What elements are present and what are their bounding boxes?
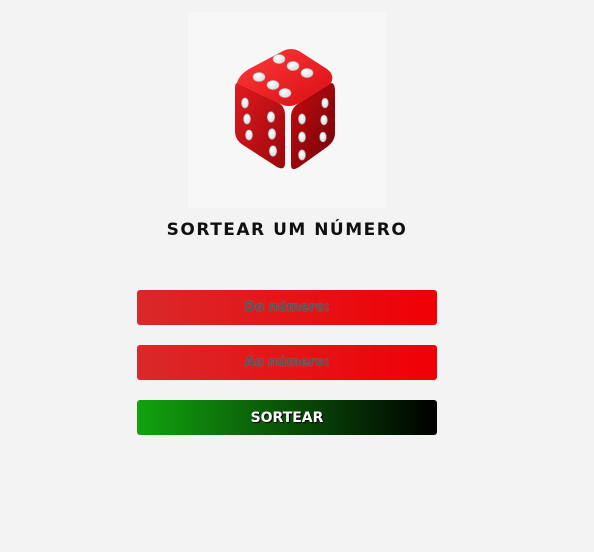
app-root: SORTEAR UM NÚMERO SORTEAR xyxy=(0,0,594,552)
from-number-input[interactable] xyxy=(137,290,437,325)
dice-icon xyxy=(235,49,335,170)
page-title: SORTEAR UM NÚMERO xyxy=(166,220,408,240)
to-number-input[interactable] xyxy=(137,345,437,380)
draw-button[interactable]: SORTEAR xyxy=(137,400,437,435)
dice-image xyxy=(188,12,386,208)
